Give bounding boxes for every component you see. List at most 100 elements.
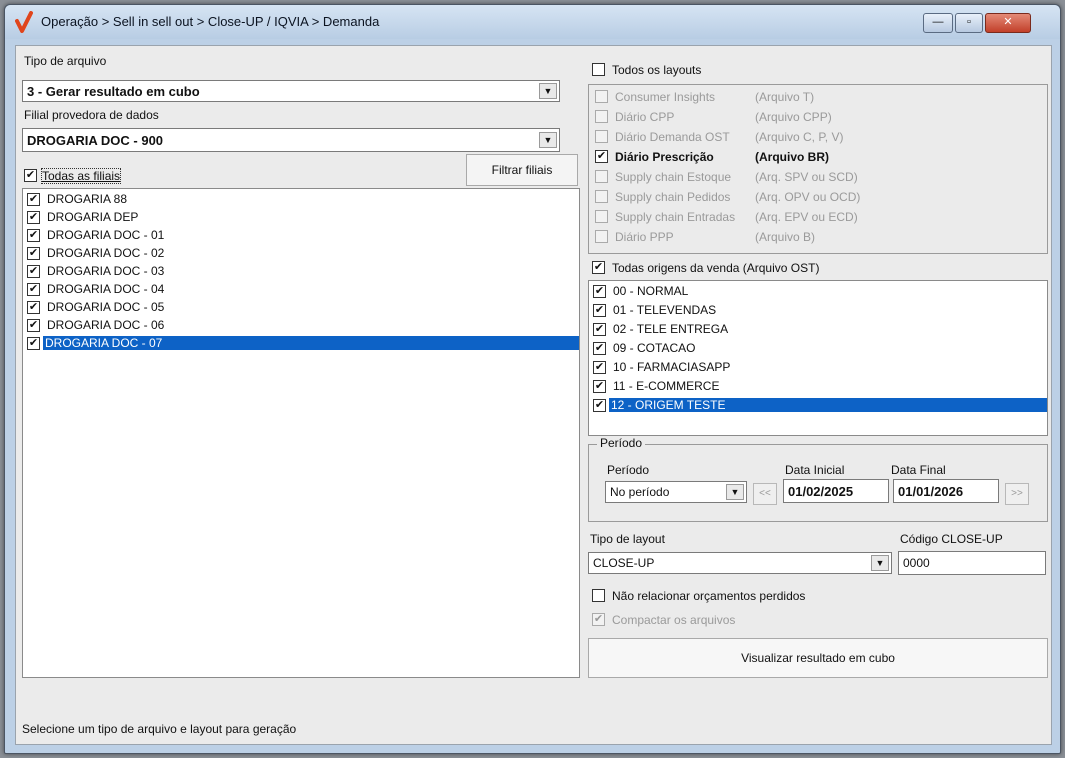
- list-item-selected[interactable]: ✔ DROGARIA DOC - 07: [25, 335, 579, 353]
- checkbox-checked-icon[interactable]: ✔: [27, 265, 40, 278]
- layout-file: (Arq. SPV ou SCD): [755, 170, 858, 184]
- layout-name: Diário Demanda OST: [615, 130, 730, 144]
- compactar-checkbox: ✔ Compactar os arquivos: [590, 610, 990, 630]
- layout-file: (Arquivo BR): [755, 150, 829, 164]
- compactar-label: Compactar os arquivos: [612, 613, 736, 627]
- checkbox-checked-icon[interactable]: ✔: [27, 283, 40, 296]
- checkbox-checked-icon[interactable]: ✔: [27, 193, 40, 206]
- list-item[interactable]: ✔ 10 - FARMACIASAPP: [591, 359, 1047, 377]
- checkbox-checked-icon[interactable]: ✔: [27, 319, 40, 332]
- list-item[interactable]: ✔ DROGARIA DEP: [25, 209, 579, 227]
- filial-value: DROGARIA DOC - 900: [27, 133, 164, 148]
- tipo-arquivo-label: Tipo de arquivo: [24, 54, 107, 68]
- form-client-area: Tipo de arquivo 3 - Gerar resultado em c…: [15, 45, 1052, 745]
- checkbox-disabled-icon: [595, 90, 608, 103]
- list-item[interactable]: ✔ 00 - NORMAL: [591, 283, 1047, 301]
- periodo-select[interactable]: No período ▼: [605, 481, 747, 503]
- list-item[interactable]: ✔ DROGARIA DOC - 05: [25, 299, 579, 317]
- list-item-label: 02 - TELE ENTREGA: [613, 322, 729, 336]
- checkbox-unchecked-icon[interactable]: [592, 63, 605, 76]
- list-item-label: DROGARIA DOC - 01: [47, 228, 165, 242]
- checkbox-disabled-icon: [595, 130, 608, 143]
- checkbox-checked-icon[interactable]: ✔: [593, 342, 606, 355]
- data-final-value: 01/01/2026: [898, 484, 964, 499]
- checkbox-unchecked-icon[interactable]: [592, 589, 605, 602]
- codigo-closeup-value: 0000: [903, 556, 930, 570]
- list-item[interactable]: ✔ DROGARIA DOC - 02: [25, 245, 579, 263]
- nao-relacionar-checkbox[interactable]: Não relacionar orçamentos perdidos: [590, 586, 990, 606]
- todos-layouts-checkbox[interactable]: Todos os layouts: [590, 60, 890, 80]
- todas-origens-label: Todas origens da venda (Arquivo OST): [612, 261, 820, 275]
- checkbox-checked-icon[interactable]: ✔: [593, 361, 606, 374]
- todas-filiais-checkbox[interactable]: ✔ Todas as filiais: [22, 166, 542, 186]
- checkbox-checked-icon[interactable]: ✔: [593, 285, 606, 298]
- visualizar-resultado-button[interactable]: Visualizar resultado em cubo: [588, 638, 1048, 678]
- next-period-button[interactable]: >>: [1005, 483, 1029, 505]
- nao-relacionar-label: Não relacionar orçamentos perdidos: [612, 589, 806, 603]
- checkbox-disabled-icon: [595, 110, 608, 123]
- checkbox-checked-icon[interactable]: ✔: [595, 150, 608, 163]
- checkbox-checked-icon[interactable]: ✔: [593, 380, 606, 393]
- checkbox-disabled-icon: [595, 170, 608, 183]
- layout-file: (Arquivo CPP): [755, 110, 832, 124]
- tipo-arquivo-select[interactable]: 3 - Gerar resultado em cubo ▼: [22, 80, 560, 102]
- layout-name: Supply chain Entradas: [615, 210, 736, 224]
- chevron-down-icon[interactable]: ▼: [539, 83, 557, 99]
- list-item[interactable]: ✔ 01 - TELEVENDAS: [591, 302, 1047, 320]
- list-item-label: 00 - NORMAL: [613, 284, 689, 298]
- layout-file: (Arquivo B): [755, 230, 816, 244]
- main-window: Operação > Sell in sell out > Close-UP /…: [4, 4, 1061, 754]
- list-item[interactable]: ✔ DROGARIA DOC - 03: [25, 263, 579, 281]
- checkbox-checked-icon[interactable]: ✔: [593, 323, 606, 336]
- close-button[interactable]: ✕: [985, 13, 1031, 33]
- origens-list[interactable]: ✔ 00 - NORMAL ✔ 01 - TELEVENDAS ✔ 02 - TELE…: [588, 280, 1048, 436]
- data-final-input[interactable]: 01/01/2026: [893, 479, 999, 503]
- maximize-button[interactable]: ▫: [955, 13, 983, 33]
- tipo-layout-select[interactable]: CLOSE-UP ▼: [588, 552, 892, 574]
- layout-name: Diário PPP: [615, 230, 674, 244]
- periodo-value: No período: [610, 485, 670, 499]
- checkbox-checked-icon[interactable]: ✔: [27, 301, 40, 314]
- list-item[interactable]: ✔ 02 - TELE ENTREGA: [591, 321, 1047, 339]
- layouts-group: Consumer Insights (Arquivo T) Diário CPP (…: [588, 84, 1048, 254]
- layout-file: (Arq. EPV ou ECD): [755, 210, 858, 224]
- checkbox-checked-icon[interactable]: ✔: [27, 229, 40, 242]
- list-item-selected[interactable]: ✔ 12 - ORIGEM TESTE: [591, 397, 1047, 415]
- list-item[interactable]: ✔ DROGARIA 88: [25, 191, 579, 209]
- checkbox-checked-icon[interactable]: ✔: [592, 261, 605, 274]
- previous-period-button[interactable]: <<: [753, 483, 777, 505]
- filtrar-filiais-button[interactable]: Filtrar filiais: [466, 154, 578, 186]
- todas-origens-checkbox[interactable]: ✔ Todas origens da venda (Arquivo OST): [590, 258, 990, 278]
- list-item[interactable]: ✔ DROGARIA DOC - 01: [25, 227, 579, 245]
- data-inicial-label: Data Inicial: [785, 463, 845, 477]
- list-item-label: 01 - TELEVENDAS: [613, 303, 717, 317]
- periodo-group-title: Período: [597, 436, 646, 450]
- list-item[interactable]: ✔ DROGARIA DOC - 06: [25, 317, 579, 335]
- layout-file: (Arquivo T): [755, 90, 815, 104]
- layout-name: Supply chain Pedidos: [615, 190, 731, 204]
- list-item[interactable]: ✔ 11 - E-COMMERCE: [591, 378, 1047, 396]
- filial-select[interactable]: DROGARIA DOC - 900 ▼: [22, 128, 560, 152]
- window-title: Operação > Sell in sell out > Close-UP /…: [41, 14, 380, 29]
- minimize-button[interactable]: —: [923, 13, 953, 33]
- list-item-label: DROGARIA DOC - 06: [47, 318, 165, 332]
- list-item[interactable]: ✔ DROGARIA DOC - 04: [25, 281, 579, 299]
- checkbox-checked-icon[interactable]: ✔: [24, 169, 37, 182]
- data-inicial-input[interactable]: 01/02/2025: [783, 479, 889, 503]
- list-item-label: 11 - E-COMMERCE: [613, 379, 720, 393]
- checkbox-checked-icon[interactable]: ✔: [27, 211, 40, 224]
- filiais-list[interactable]: ✔ DROGARIA 88 ✔ DROGARIA DEP ✔ DROGARIA DOC…: [22, 188, 580, 678]
- tipo-arquivo-value: 3 - Gerar resultado em cubo: [27, 84, 200, 99]
- checkbox-checked-icon[interactable]: ✔: [27, 337, 40, 350]
- chevron-down-icon[interactable]: ▼: [539, 132, 557, 148]
- codigo-closeup-input[interactable]: 0000: [898, 551, 1046, 575]
- list-item-label: DROGARIA DOC - 03: [47, 264, 165, 278]
- checkbox-checked-icon[interactable]: ✔: [27, 247, 40, 260]
- layout-name: Consumer Insights: [615, 90, 716, 104]
- title-bar[interactable]: Operação > Sell in sell out > Close-UP /…: [5, 5, 1060, 39]
- chevron-down-icon[interactable]: ▼: [871, 555, 889, 571]
- checkbox-checked-icon[interactable]: ✔: [593, 304, 606, 317]
- list-item[interactable]: ✔ 09 - COTACAO: [591, 340, 1047, 358]
- chevron-down-icon[interactable]: ▼: [726, 484, 744, 500]
- checkbox-checked-icon[interactable]: ✔: [593, 399, 606, 412]
